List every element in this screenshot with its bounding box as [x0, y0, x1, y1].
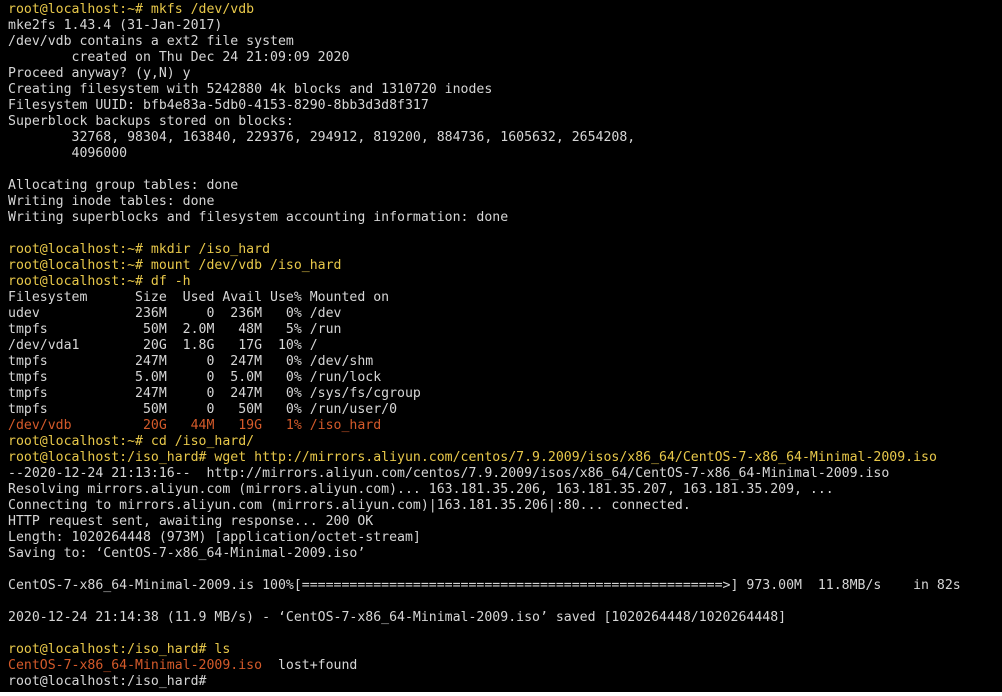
terminal-text: lost+found: [262, 658, 358, 673]
terminal-line: Filesystem Size Used Avail Use% Mounted …: [8, 290, 1002, 306]
terminal-line: Writing superblocks and filesystem accou…: [8, 210, 1002, 226]
terminal-text: Allocating group tables: done: [8, 178, 239, 193]
terminal-text: created on Thu Dec 24 21:09:09 2020: [8, 50, 350, 65]
terminal-line: Filesystem UUID: bfb4e83a-5db0-4153-8290…: [8, 98, 1002, 114]
terminal-line: --2020-12-24 21:13:16-- http://mirrors.a…: [8, 466, 1002, 482]
terminal-line: tmpfs 247M 0 247M 0% /dev/shm: [8, 354, 1002, 370]
terminal-text: mke2fs 1.43.4 (31-Jan-2017): [8, 18, 223, 33]
terminal-text: tmpfs 50M 0 50M 0% /run/user/0: [8, 402, 398, 417]
terminal-text: Creating filesystem with 5242880 4k bloc…: [8, 82, 493, 97]
terminal-text: Length: 1020264448 (973M) [application/o…: [8, 530, 421, 545]
terminal-text: Superblock backups stored on blocks:: [8, 114, 294, 129]
terminal-text: Writing superblocks and filesystem accou…: [8, 210, 509, 225]
terminal-text: root@localhost:~# mkdir /iso_hard: [8, 242, 271, 257]
terminal-line: Creating filesystem with 5242880 4k bloc…: [8, 82, 1002, 98]
terminal-line: tmpfs 50M 0 50M 0% /run/user/0: [8, 402, 1002, 418]
terminal-text: 2020-12-24 21:14:38 (11.9 MB/s) - ‘CentO…: [8, 610, 787, 625]
terminal-line: Superblock backups stored on blocks:: [8, 114, 1002, 130]
terminal-text: /dev/vdb 20G 44M 19G 1% /iso_hard: [8, 418, 382, 433]
terminal-text: --2020-12-24 21:13:16-- http://mirrors.a…: [8, 466, 890, 481]
terminal-text: 4096000: [8, 146, 128, 161]
terminal-text: root@localhost:~# cd /iso_hard/: [8, 434, 255, 449]
terminal-text: root@localhost:~# df -h: [8, 274, 191, 289]
terminal-text: root@localhost:/iso_hard#: [8, 674, 207, 689]
terminal-text: root@localhost:~# mount /dev/vdb /iso_ha…: [8, 258, 342, 273]
terminal-line: root@localhost:~# cd /iso_hard/: [8, 434, 1002, 450]
terminal-line: /dev/vdb 20G 44M 19G 1% /iso_hard: [8, 418, 1002, 434]
terminal-line: created on Thu Dec 24 21:09:09 2020: [8, 50, 1002, 66]
terminal-line: Allocating group tables: done: [8, 178, 1002, 194]
terminal-line: Resolving mirrors.aliyun.com (mirrors.al…: [8, 482, 1002, 498]
terminal-line: CentOS-7-x86_64-Minimal-2009.is 100%[===…: [8, 578, 1002, 594]
terminal-line: tmpfs 247M 0 247M 0% /sys/fs/cgroup: [8, 386, 1002, 402]
terminal-line: 32768, 98304, 163840, 229376, 294912, 81…: [8, 130, 1002, 146]
terminal-line: Length: 1020264448 (973M) [application/o…: [8, 530, 1002, 546]
terminal-line: 2020-12-24 21:14:38 (11.9 MB/s) - ‘CentO…: [8, 610, 1002, 626]
terminal-line: Writing inode tables: done: [8, 194, 1002, 210]
terminal-line: root@localhost:/iso_hard# ls: [8, 642, 1002, 658]
terminal-text: tmpfs 247M 0 247M 0% /dev/shm: [8, 354, 374, 369]
terminal-text: Resolving mirrors.aliyun.com (mirrors.al…: [8, 482, 834, 497]
terminal-line: mke2fs 1.43.4 (31-Jan-2017): [8, 18, 1002, 34]
terminal-text: udev 236M 0 236M 0% /dev: [8, 306, 342, 321]
terminal-text: Proceed anyway? (y,N) y: [8, 66, 191, 81]
terminal-text: root@localhost:/iso_hard# ls: [8, 642, 231, 657]
terminal-line: /dev/vda1 20G 1.8G 17G 10% /: [8, 338, 1002, 354]
terminal-text: tmpfs 247M 0 247M 0% /sys/fs/cgroup: [8, 386, 421, 401]
terminal-text: CentOS-7-x86_64-Minimal-2009.iso: [8, 658, 263, 673]
terminal-line: tmpfs 5.0M 0 5.0M 0% /run/lock: [8, 370, 1002, 386]
terminal-line: /dev/vdb contains a ext2 file system: [8, 34, 1002, 50]
terminal-line: udev 236M 0 236M 0% /dev: [8, 306, 1002, 322]
terminal-line: Saving to: ‘CentOS-7-x86_64-Minimal-2009…: [8, 546, 1002, 562]
terminal-text: Filesystem Size Used Avail Use% Mounted …: [8, 290, 390, 305]
terminal-line: CentOS-7-x86_64-Minimal-2009.iso lost+fo…: [8, 658, 1002, 674]
terminal-text: root@localhost:/iso_hard# wget http://mi…: [8, 450, 937, 465]
terminal-line: root@localhost:/iso_hard#: [8, 674, 1002, 690]
terminal-line: Connecting to mirrors.aliyun.com (mirror…: [8, 498, 1002, 514]
terminal-text: Writing inode tables: done: [8, 194, 215, 209]
terminal-text: 32768, 98304, 163840, 229376, 294912, 81…: [8, 130, 636, 145]
terminal-line: HTTP request sent, awaiting response... …: [8, 514, 1002, 530]
terminal-line: root@localhost:~# mount /dev/vdb /iso_ha…: [8, 258, 1002, 274]
terminal-text: Connecting to mirrors.aliyun.com (mirror…: [8, 498, 691, 513]
terminal-line: tmpfs 50M 2.0M 48M 5% /run: [8, 322, 1002, 338]
terminal-text: /dev/vdb contains a ext2 file system: [8, 34, 294, 49]
terminal-line: Proceed anyway? (y,N) y: [8, 66, 1002, 82]
terminal-window[interactable]: root@localhost:~# mkfs /dev/vdb mke2fs 1.…: [0, 0, 1002, 692]
terminal-text: root@localhost:~# mkfs /dev/vdb: [8, 2, 255, 17]
terminal-text: HTTP request sent, awaiting response... …: [8, 514, 374, 529]
terminal-text: CentOS-7-x86_64-Minimal-2009.is 100%[===…: [8, 578, 961, 593]
terminal-line: root@localhost:~# mkfs /dev/vdb: [8, 2, 1002, 18]
terminal-text: tmpfs 5.0M 0 5.0M 0% /run/lock: [8, 370, 382, 385]
terminal-text: Filesystem UUID: bfb4e83a-5db0-4153-8290…: [8, 98, 429, 113]
terminal-text: Saving to: ‘CentOS-7-x86_64-Minimal-2009…: [8, 546, 366, 561]
terminal-line: 4096000: [8, 146, 1002, 162]
terminal-line: root@localhost:~# mkdir /iso_hard: [8, 242, 1002, 258]
terminal-text: tmpfs 50M 2.0M 48M 5% /run: [8, 322, 342, 337]
terminal-text: /dev/vda1 20G 1.8G 17G 10% /: [8, 338, 318, 353]
terminal-line: root@localhost:~# df -h: [8, 274, 1002, 290]
terminal-line: root@localhost:/iso_hard# wget http://mi…: [8, 450, 1002, 466]
